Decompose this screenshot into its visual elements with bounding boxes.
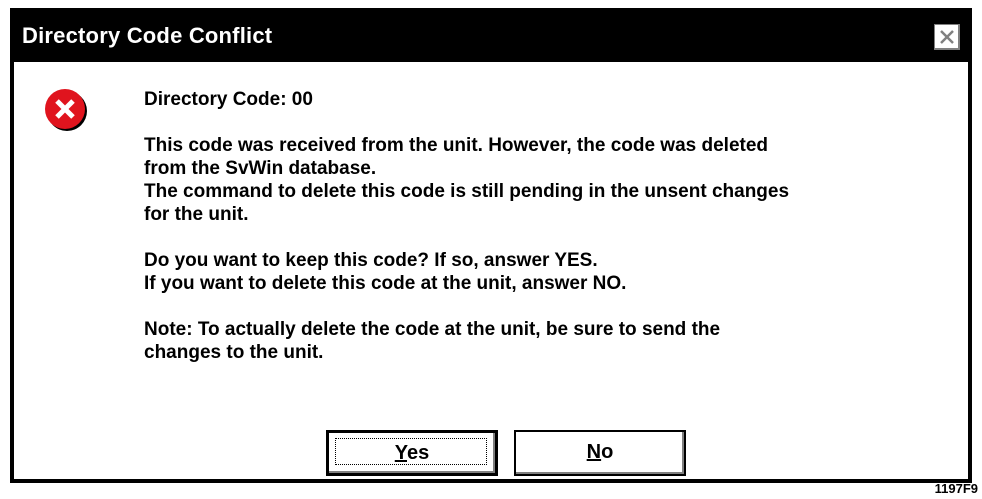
directory-code-conflict-dialog: Directory Code Conflict Directory Code: … — [10, 8, 972, 483]
page: Directory Code Conflict Directory Code: … — [0, 0, 982, 499]
message-text: Directory Code: 00 This code was receive… — [144, 88, 959, 364]
note-line: Note: To actually delete the code at the… — [144, 319, 721, 340]
title-bar[interactable]: Directory Code Conflict — [14, 12, 968, 62]
no-button-label: No — [586, 441, 614, 463]
message-line: If you want to delete this code at the u… — [144, 273, 627, 294]
figure-code: 1197F9 — [934, 481, 978, 496]
message-line: for the unit. — [144, 204, 249, 225]
close-button[interactable] — [934, 24, 960, 50]
error-icon — [45, 89, 87, 131]
note-line: changes to the unit. — [144, 342, 324, 363]
directory-code-line: Directory Code: 00 — [144, 89, 313, 110]
message-line: The command to delete this code is still… — [144, 181, 790, 202]
message-line: Do you want to keep this code? If so, an… — [144, 250, 598, 271]
no-button[interactable]: No — [514, 430, 686, 476]
yes-button[interactable]: Yes — [326, 430, 498, 476]
message-line: This code was received from the unit. Ho… — [144, 135, 769, 156]
close-x-icon — [940, 30, 954, 44]
message-line: from the SvWin database. — [144, 158, 377, 179]
yes-button-label: Yes — [394, 442, 430, 464]
dialog-title: Directory Code Conflict — [22, 23, 273, 48]
